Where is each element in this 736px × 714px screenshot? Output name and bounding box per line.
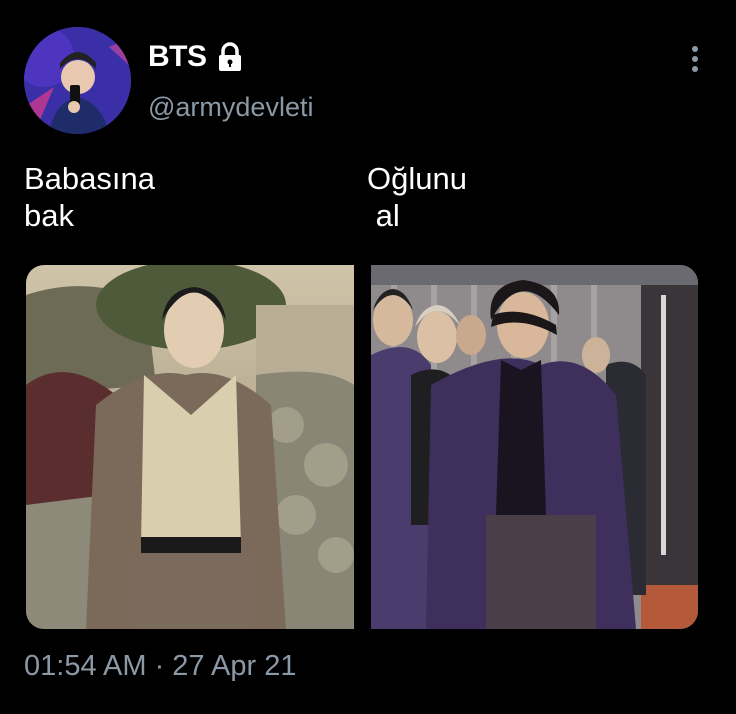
author-handle[interactable]: @armydevleti: [148, 92, 313, 123]
lock-icon: [215, 42, 245, 72]
vintage-photo-image: [26, 265, 354, 629]
event-photo-image: [371, 265, 698, 629]
caption-left: Babasına bak: [24, 161, 155, 233]
avatar-image: [24, 27, 131, 134]
caption-right: Oğlunu al: [367, 161, 467, 233]
tweet-timestamp[interactable]: 01:54 AM · 27 Apr 21: [24, 650, 296, 683]
author-name-row[interactable]: BTS: [148, 40, 245, 74]
photo-left[interactable]: [26, 265, 354, 629]
author-avatar[interactable]: [24, 27, 131, 134]
photo-right[interactable]: [371, 265, 698, 629]
more-vertical-icon[interactable]: [690, 46, 700, 78]
tweet-media[interactable]: [26, 265, 698, 629]
author-display-name[interactable]: BTS: [148, 40, 207, 74]
